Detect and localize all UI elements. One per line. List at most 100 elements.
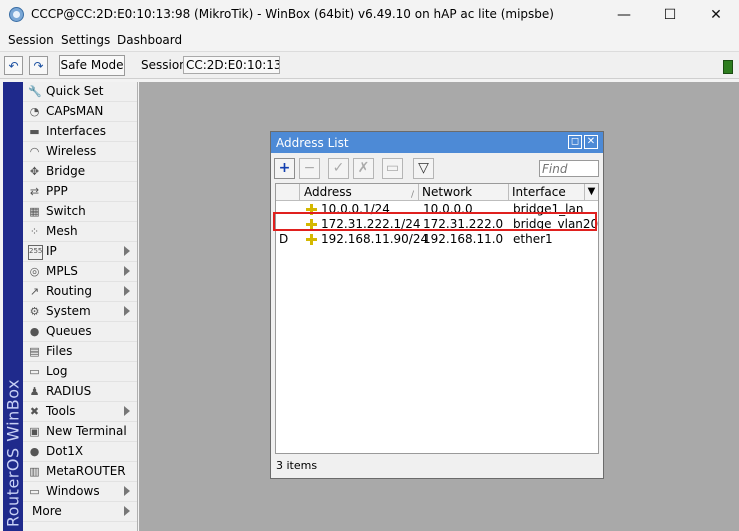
close-icon[interactable]: ✕ bbox=[584, 135, 598, 149]
sidebar-item-switch[interactable]: ▦ Switch bbox=[23, 202, 137, 222]
ppp-icon: ⇄ bbox=[29, 185, 40, 198]
new-terminal-icon: ▣ bbox=[29, 425, 40, 438]
sidebar-item-wireless[interactable]: ◠ Wireless bbox=[23, 142, 137, 162]
item-count-status: 3 items bbox=[276, 459, 318, 472]
sidebar-item-mesh[interactable]: ⁘ Mesh bbox=[23, 222, 137, 242]
find-input[interactable] bbox=[539, 160, 599, 177]
sidebar-item-label: IP bbox=[46, 244, 57, 258]
address-list-title: Address List bbox=[276, 136, 349, 150]
files-icon: ▤ bbox=[29, 345, 40, 358]
sidebar-item-windows[interactable]: ▭ Windows bbox=[23, 482, 137, 502]
quick-set-icon: 🔧 bbox=[28, 85, 42, 98]
redo-button[interactable]: ↷ bbox=[29, 56, 48, 75]
sidebar-item-label: Queues bbox=[46, 324, 92, 338]
sidebar-item-label: Quick Set bbox=[46, 84, 104, 98]
row-flag: D bbox=[279, 232, 289, 246]
restore-icon[interactable]: ◻ bbox=[568, 135, 582, 149]
sidebar-item-routing[interactable]: ↗ Routing bbox=[23, 282, 137, 302]
system-icon: ⚙ bbox=[29, 305, 40, 318]
sidebar-item-tools[interactable]: ✖ Tools bbox=[23, 402, 137, 422]
routing-icon: ↗ bbox=[29, 285, 40, 298]
session-field[interactable]: CC:2D:E0:10:13:98 bbox=[183, 56, 280, 74]
sidebar-item-label: Windows bbox=[46, 484, 100, 498]
sidebar-menu: 🔧 Quick Set ◔ CAPsMAN ▬ Interfaces ◠ Wireless ✥ B… bbox=[23, 82, 138, 531]
sidebar-item-label: Tools bbox=[46, 404, 76, 418]
flag-column-header[interactable] bbox=[276, 184, 300, 200]
submenu-arrow-icon bbox=[124, 486, 130, 496]
sidebar-item-bridge[interactable]: ✥ Bridge bbox=[23, 162, 137, 182]
sidebar-item-metarouter[interactable]: ▥ MetaROUTER bbox=[23, 462, 137, 482]
remove-icon[interactable]: − bbox=[299, 158, 320, 179]
sidebar-item-ppp[interactable]: ⇄ PPP bbox=[23, 182, 137, 202]
sidebar-item-label: Switch bbox=[46, 204, 86, 218]
sidebar-item-label: New Terminal bbox=[46, 424, 127, 438]
sidebar-item-label: More bbox=[32, 504, 62, 518]
sidebar-item-label: MPLS bbox=[46, 264, 78, 278]
connection-status-indicator bbox=[723, 60, 733, 74]
close-button[interactable]: ✕ bbox=[693, 0, 739, 30]
bridge-icon: ✥ bbox=[29, 165, 40, 178]
add-icon[interactable]: + bbox=[274, 158, 295, 179]
row-interface: ether1 bbox=[513, 232, 553, 246]
sidebar-item-label: Mesh bbox=[46, 224, 78, 238]
submenu-arrow-icon bbox=[124, 306, 130, 316]
redo-icon: ↷ bbox=[33, 58, 44, 73]
disable-icon[interactable]: ✗ bbox=[353, 158, 374, 179]
sidebar-item-quick-set[interactable]: 🔧 Quick Set bbox=[23, 82, 137, 102]
tools-icon: ✖ bbox=[29, 405, 40, 418]
filter-icon[interactable]: ▽ bbox=[413, 158, 434, 179]
maximize-button[interactable]: ☐ bbox=[647, 0, 693, 30]
sidebar-item-system[interactable]: ⚙ System bbox=[23, 302, 137, 322]
sidebar-item-label: Wireless bbox=[46, 144, 97, 158]
sidebar-item-label: Bridge bbox=[46, 164, 86, 178]
address-list-title-bar[interactable]: Address List ◻ ✕ bbox=[271, 132, 603, 153]
submenu-arrow-icon bbox=[124, 266, 130, 276]
main-toolbar: ↶ ↷ Safe Mode Session: CC:2D:E0:10:13:98 bbox=[0, 51, 739, 79]
brand-strip: RouterOS WinBox bbox=[3, 82, 23, 531]
sidebar-item-files[interactable]: ▤ Files bbox=[23, 342, 137, 362]
sidebar-item-radius[interactable]: ♟ RADIUS bbox=[23, 382, 137, 402]
capsman-icon: ◔ bbox=[29, 105, 40, 118]
sidebar-item-new-terminal[interactable]: ▣ New Terminal bbox=[23, 422, 137, 442]
row-address: 192.168.11.90/24 bbox=[321, 232, 429, 246]
sidebar-item-queues[interactable]: ● Queues bbox=[23, 322, 137, 342]
address-list-window: Address List ◻ ✕ + − ✓ ✗ ▭ ▽ Address / N… bbox=[270, 131, 604, 479]
column-header-address[interactable]: Address / bbox=[300, 184, 419, 200]
comment-icon[interactable]: ▭ bbox=[382, 158, 403, 179]
sort-indicator-icon: / bbox=[410, 190, 414, 200]
ip-icon: 255 bbox=[28, 245, 43, 260]
address-icon bbox=[306, 234, 317, 245]
menu-dashboard[interactable]: Dashboard bbox=[117, 33, 182, 47]
safe-mode-button[interactable]: Safe Mode bbox=[59, 55, 125, 76]
mesh-icon: ⁘ bbox=[29, 225, 40, 238]
table-row[interactable]: D 192.168.11.90/24 192.168.11.0 ether1 bbox=[276, 232, 598, 247]
sidebar-item-ip[interactable]: 255 IP bbox=[23, 242, 137, 262]
sidebar-item-label: MetaROUTER bbox=[46, 464, 126, 478]
column-menu-icon[interactable]: ▼ bbox=[585, 184, 598, 200]
minimize-button[interactable]: — bbox=[601, 0, 647, 30]
sidebar-item-more[interactable]: More bbox=[23, 502, 137, 522]
submenu-arrow-icon bbox=[124, 246, 130, 256]
wireless-icon: ◠ bbox=[29, 145, 40, 158]
column-header-interface[interactable]: Interface bbox=[509, 184, 585, 200]
sidebar-item-label: RADIUS bbox=[46, 384, 92, 398]
sidebar-item-interfaces[interactable]: ▬ Interfaces bbox=[23, 122, 137, 142]
menu-session[interactable]: Session bbox=[8, 33, 54, 47]
dot1x-icon: ● bbox=[29, 445, 40, 458]
sidebar-item-label: System bbox=[46, 304, 91, 318]
window-title: CCCP@CC:2D:E0:10:13:98 (MikroTik) - WinB… bbox=[31, 7, 554, 21]
undo-button[interactable]: ↶ bbox=[4, 56, 23, 75]
sidebar-item-log[interactable]: ▭ Log bbox=[23, 362, 137, 382]
sidebar-item-mpls[interactable]: ◎ MPLS bbox=[23, 262, 137, 282]
title-bar: CCCP@CC:2D:E0:10:13:98 (MikroTik) - WinB… bbox=[0, 0, 739, 30]
menu-settings[interactable]: Settings bbox=[61, 33, 110, 47]
enable-icon[interactable]: ✓ bbox=[328, 158, 349, 179]
column-header-network[interactable]: Network bbox=[419, 184, 509, 200]
sidebar-item-capsman[interactable]: ◔ CAPsMAN bbox=[23, 102, 137, 122]
sidebar-item-label: Interfaces bbox=[46, 124, 106, 138]
switch-icon: ▦ bbox=[29, 205, 40, 218]
mpls-icon: ◎ bbox=[29, 265, 40, 278]
sidebar-item-dot1x[interactable]: ● Dot1X bbox=[23, 442, 137, 462]
routeros-winbox-brand: RouterOS WinBox bbox=[3, 378, 23, 527]
highlighted-row-outline bbox=[273, 212, 597, 231]
